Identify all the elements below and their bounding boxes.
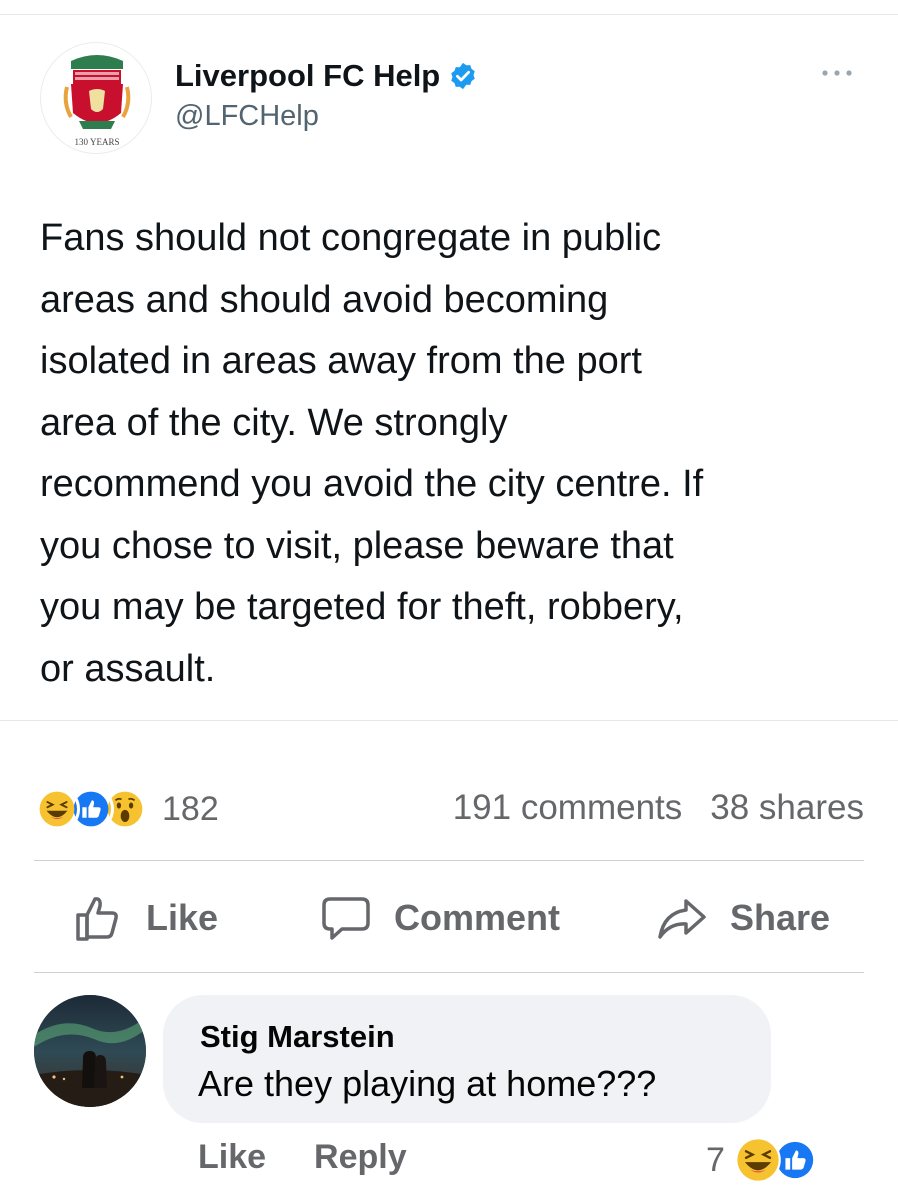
shares-count-link[interactable]: 38 shares (710, 788, 864, 828)
tweet-author[interactable]: Liverpool FC Help (175, 58, 478, 94)
like-button-label: Like (146, 897, 219, 938)
thumbs-up-icon (76, 897, 118, 941)
post-stats: 191 comments 38 shares (453, 788, 864, 828)
commenter-avatar[interactable] (34, 995, 146, 1107)
comment-button-label: Comment (394, 897, 561, 938)
tweet-text: Fans should not congregate in public are… (40, 217, 704, 690)
comments-count-link[interactable]: 191 comments (453, 788, 683, 828)
comment-text: Are they playing at home??? (198, 1063, 657, 1104)
reaction-count: 182 (162, 789, 219, 828)
comment-reactions[interactable]: 7 (706, 1135, 817, 1185)
tweet-author-name[interactable]: Liverpool FC Help (175, 58, 440, 94)
share-button[interactable]: Share (656, 890, 830, 946)
comment-button[interactable]: Comment (320, 890, 560, 946)
lfc-crest-avatar[interactable]: 130 YEARS (40, 42, 152, 154)
more-options-icon[interactable] (820, 68, 854, 78)
tweet-divider (0, 720, 898, 721)
actions-bottom-divider (34, 972, 864, 973)
share-button-label: Share (730, 897, 831, 938)
crest-anniversary-text: 130 YEARS (74, 137, 120, 147)
haha-icon (34, 786, 80, 832)
top-divider (0, 14, 898, 15)
reaction-summary[interactable]: 182 (34, 786, 219, 832)
tweet-handle[interactable]: @LFCHelp (175, 100, 319, 133)
haha-icon (735, 1137, 781, 1183)
share-arrow-icon (658, 899, 706, 939)
actions-top-divider (34, 860, 864, 861)
comment-actions: Like Reply (198, 1138, 407, 1177)
comment-bubble-icon (322, 897, 370, 940)
verified-badge-icon (451, 62, 475, 90)
comment-reply-button[interactable]: Reply (314, 1138, 407, 1177)
like-button[interactable]: Like (74, 890, 218, 946)
comment-author[interactable]: Stig Marstein (200, 1019, 395, 1055)
aurora-photo (34, 995, 146, 1107)
comment-like-button[interactable]: Like (198, 1138, 266, 1177)
comment-reaction-count: 7 (706, 1140, 725, 1179)
